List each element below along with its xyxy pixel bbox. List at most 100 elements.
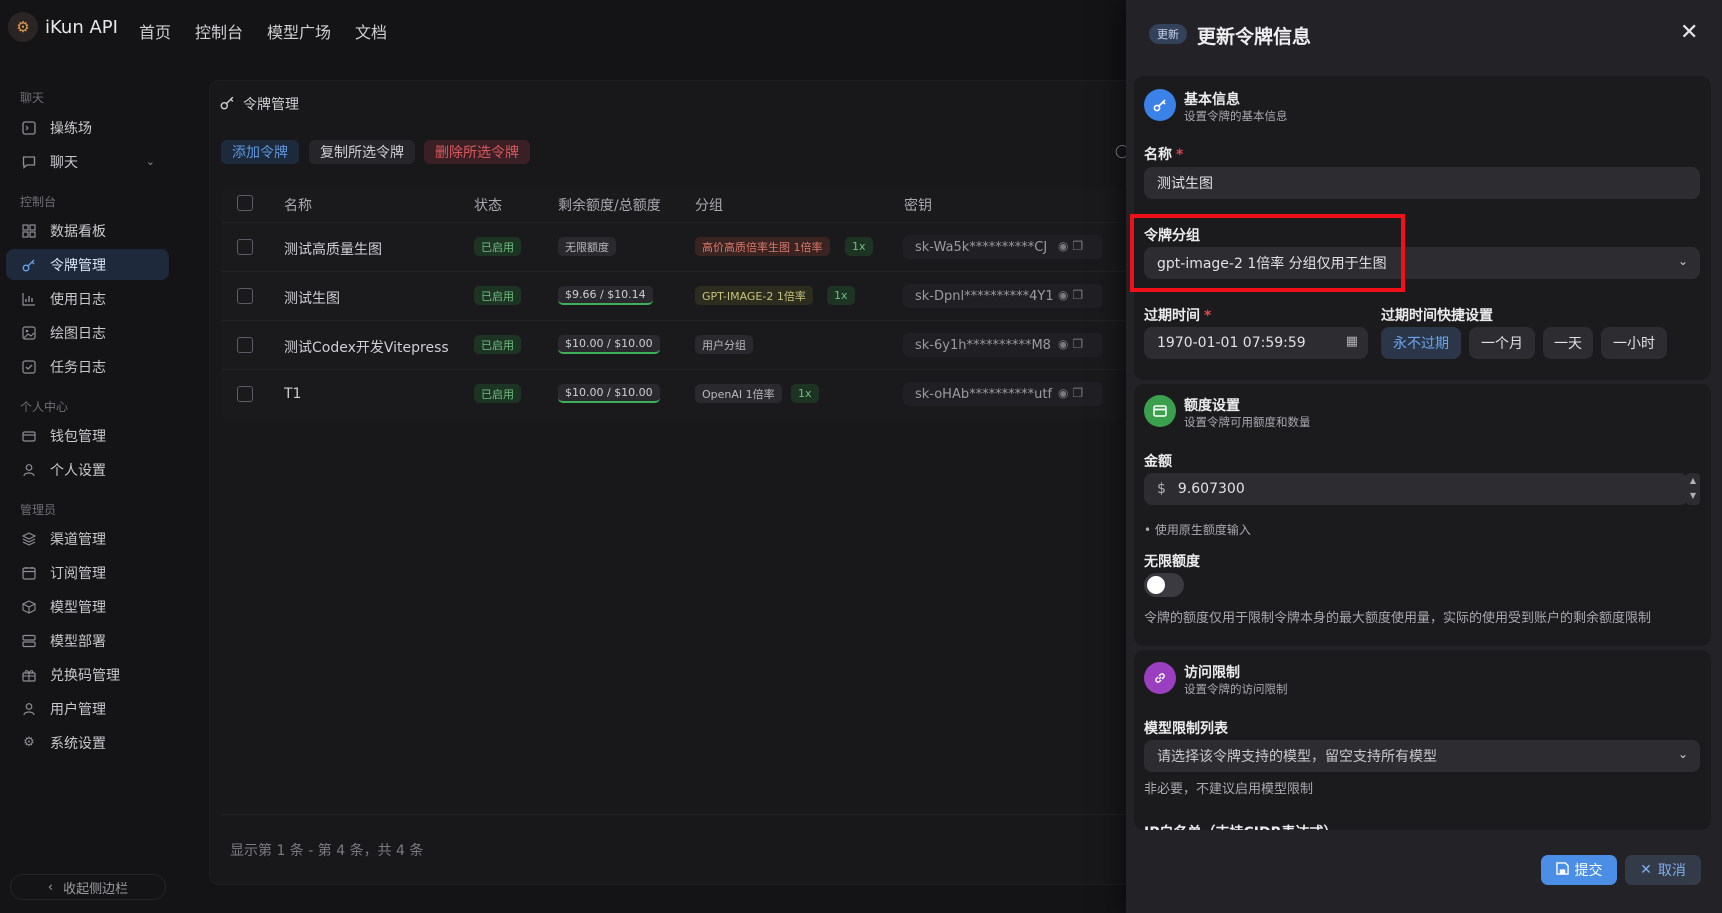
cancel-button[interactable]: ✕ 取消 [1625,855,1701,885]
nav-console[interactable]: 控制台 [195,19,243,43]
sidebar-item-redeem[interactable]: 兑换码管理 [6,659,169,690]
nav-home[interactable]: 首页 [139,19,171,43]
copy-icon[interactable]: ❐ [1072,288,1083,302]
sidebar-item-label: 操练场 [50,120,92,137]
sidebar-item-tokens[interactable]: 令牌管理 [6,249,169,280]
select-all-checkbox[interactable] [237,195,253,211]
group-badge: GPT-IMAGE-2 1倍率 [695,286,813,305]
status-badge: 已启用 [474,335,521,354]
copy-icon[interactable]: ❐ [1072,337,1083,351]
sidebar-item-chat[interactable]: 聊天 ⌄ [6,146,169,177]
highlight-box [1130,214,1405,292]
sidebar-item-playground[interactable]: 操练场 [6,112,169,143]
sidebar-item-system-settings[interactable]: ⚙ 系统设置 [6,727,169,758]
close-icon[interactable]: ✕ [1680,20,1698,45]
model-limit-select[interactable]: 请选择该令牌支持的模型，留空支持所有模型 ⌄ [1144,740,1700,772]
nav-model-square[interactable]: 模型广场 [267,19,331,43]
close-icon: ✕ [1640,862,1652,878]
section-subtitle: 设置令牌的基本信息 [1184,109,1288,123]
group-badge: 高价高质倍率生图 1倍率 [695,237,830,256]
eye-icon[interactable]: ◉ [1058,337,1068,351]
column-header: 分组 [695,198,723,214]
collapse-sidebar-label: 收起侧边栏 [63,881,129,897]
token-name: 测试生图 [284,291,340,307]
eye-icon[interactable]: ◉ [1058,288,1068,302]
sidebar-item-drawing-log[interactable]: 绘图日志 [6,317,169,348]
add-token-button[interactable]: 添加令牌 [221,140,299,164]
sidebar-section-console: 控制台 [20,195,57,209]
sidebar-item-channels[interactable]: 渠道管理 [6,523,169,554]
amount-label: 金额 [1144,454,1172,470]
quota-note: 令牌的额度仅用于限制令牌本身的最大额度使用量，实际的使用受到账户的剩余额度限制 [1144,611,1652,626]
sidebar-item-usage-log[interactable]: 使用日志 [6,283,169,314]
dashboard-icon [21,223,37,239]
app-name[interactable]: iKun API [45,17,118,38]
amount-value: 9.607300 [1177,481,1245,497]
sidebar-item-label: 数据看板 [50,223,106,240]
row-checkbox[interactable] [237,288,253,304]
chevron-left-icon: ‹ [47,879,54,895]
pagination-info: 显示第 1 条 - 第 4 条，共 4 条 [230,843,424,859]
expire-date-input[interactable]: 1970-01-01 07:59:59 ▦ [1144,327,1368,359]
one-hour-button[interactable]: 一小时 [1601,327,1667,359]
sidebar-item-deploy[interactable]: 模型部署 [6,625,169,656]
playground-icon [21,120,37,136]
sidebar-item-label: 任务日志 [50,359,106,376]
copy-icon[interactable]: ❐ [1072,386,1083,400]
token-name: 测试Codex开发Vitepress [284,340,449,356]
key-actions: ◉ ❐ [1058,386,1083,400]
currency-symbol: $ [1157,481,1166,497]
sidebar-item-users[interactable]: 用户管理 [6,693,169,724]
nav-docs[interactable]: 文档 [355,19,387,43]
eye-icon[interactable]: ◉ [1058,386,1068,400]
status-badge: 已启用 [474,384,521,403]
amount-stepper[interactable]: ▲ ▼ [1686,473,1700,505]
quota-badge: $9.66 / $10.14 [558,286,653,305]
sidebar-item-dashboard[interactable]: 数据看板 [6,215,169,246]
app-logo[interactable]: ⚙ [8,12,38,42]
model-limit-hint: 非必要，不建议启用模型限制 [1144,782,1314,797]
sidebar-item-personal-settings[interactable]: 个人设置 [6,454,169,485]
sidebar-item-label: 渠道管理 [50,531,106,548]
server-icon [21,633,37,649]
sidebar-item-subscriptions[interactable]: 订阅管理 [6,557,169,588]
row-checkbox[interactable] [237,337,253,353]
quota-badge: $10.00 / $10.00 [558,335,660,354]
status-badge: 已启用 [474,237,521,256]
chevron-down-icon[interactable]: ⌄ [146,155,155,168]
sidebar-item-label: 绘图日志 [50,325,106,342]
credit-card-icon [1144,395,1176,427]
one-day-button[interactable]: 一天 [1543,327,1593,359]
key-icon [1144,89,1176,121]
token-name: T1 [284,386,302,402]
raw-quota-hint[interactable]: • 使用原生额度输入 [1144,521,1251,538]
submit-button[interactable]: 提交 [1541,855,1617,885]
copy-icon[interactable]: ❐ [1072,239,1083,253]
sidebar-item-task-log[interactable]: 任务日志 [6,351,169,382]
amount-input[interactable]: $ 9.607300 [1144,473,1688,505]
section-title: 基本信息 [1184,92,1240,108]
unlimited-toggle[interactable] [1144,573,1184,597]
eye-icon[interactable]: ◉ [1058,239,1068,253]
row-checkbox[interactable] [237,239,253,255]
row-checkbox[interactable] [237,386,253,402]
copy-selected-button[interactable]: 复制所选令牌 [309,140,415,164]
calendar-icon [21,565,37,581]
page-title: 令牌管理 [243,97,299,113]
key-actions: ◉ ❐ [1058,239,1083,253]
calendar-icon[interactable]: ▦ [1346,334,1358,349]
sidebar-item-wallet[interactable]: 钱包管理 [6,420,169,451]
name-input[interactable]: 测试生图 [1144,167,1700,199]
chart-icon [21,291,37,307]
sidebar-item-models[interactable]: 模型管理 [6,591,169,622]
token-name: 测试高质量生图 [284,242,382,258]
required-mark: * [1176,147,1184,163]
image-icon [21,325,37,341]
sidebar-item-label: 聊天 [50,154,78,171]
collapse-sidebar-button[interactable]: ‹ 收起侧边栏 [10,874,166,900]
user-icon [21,701,37,717]
never-expire-button[interactable]: 永不过期 [1381,327,1461,359]
one-month-button[interactable]: 一个月 [1469,327,1535,359]
delete-selected-button[interactable]: 删除所选令牌 [424,140,530,164]
ratio-badge: 1x [845,237,873,256]
